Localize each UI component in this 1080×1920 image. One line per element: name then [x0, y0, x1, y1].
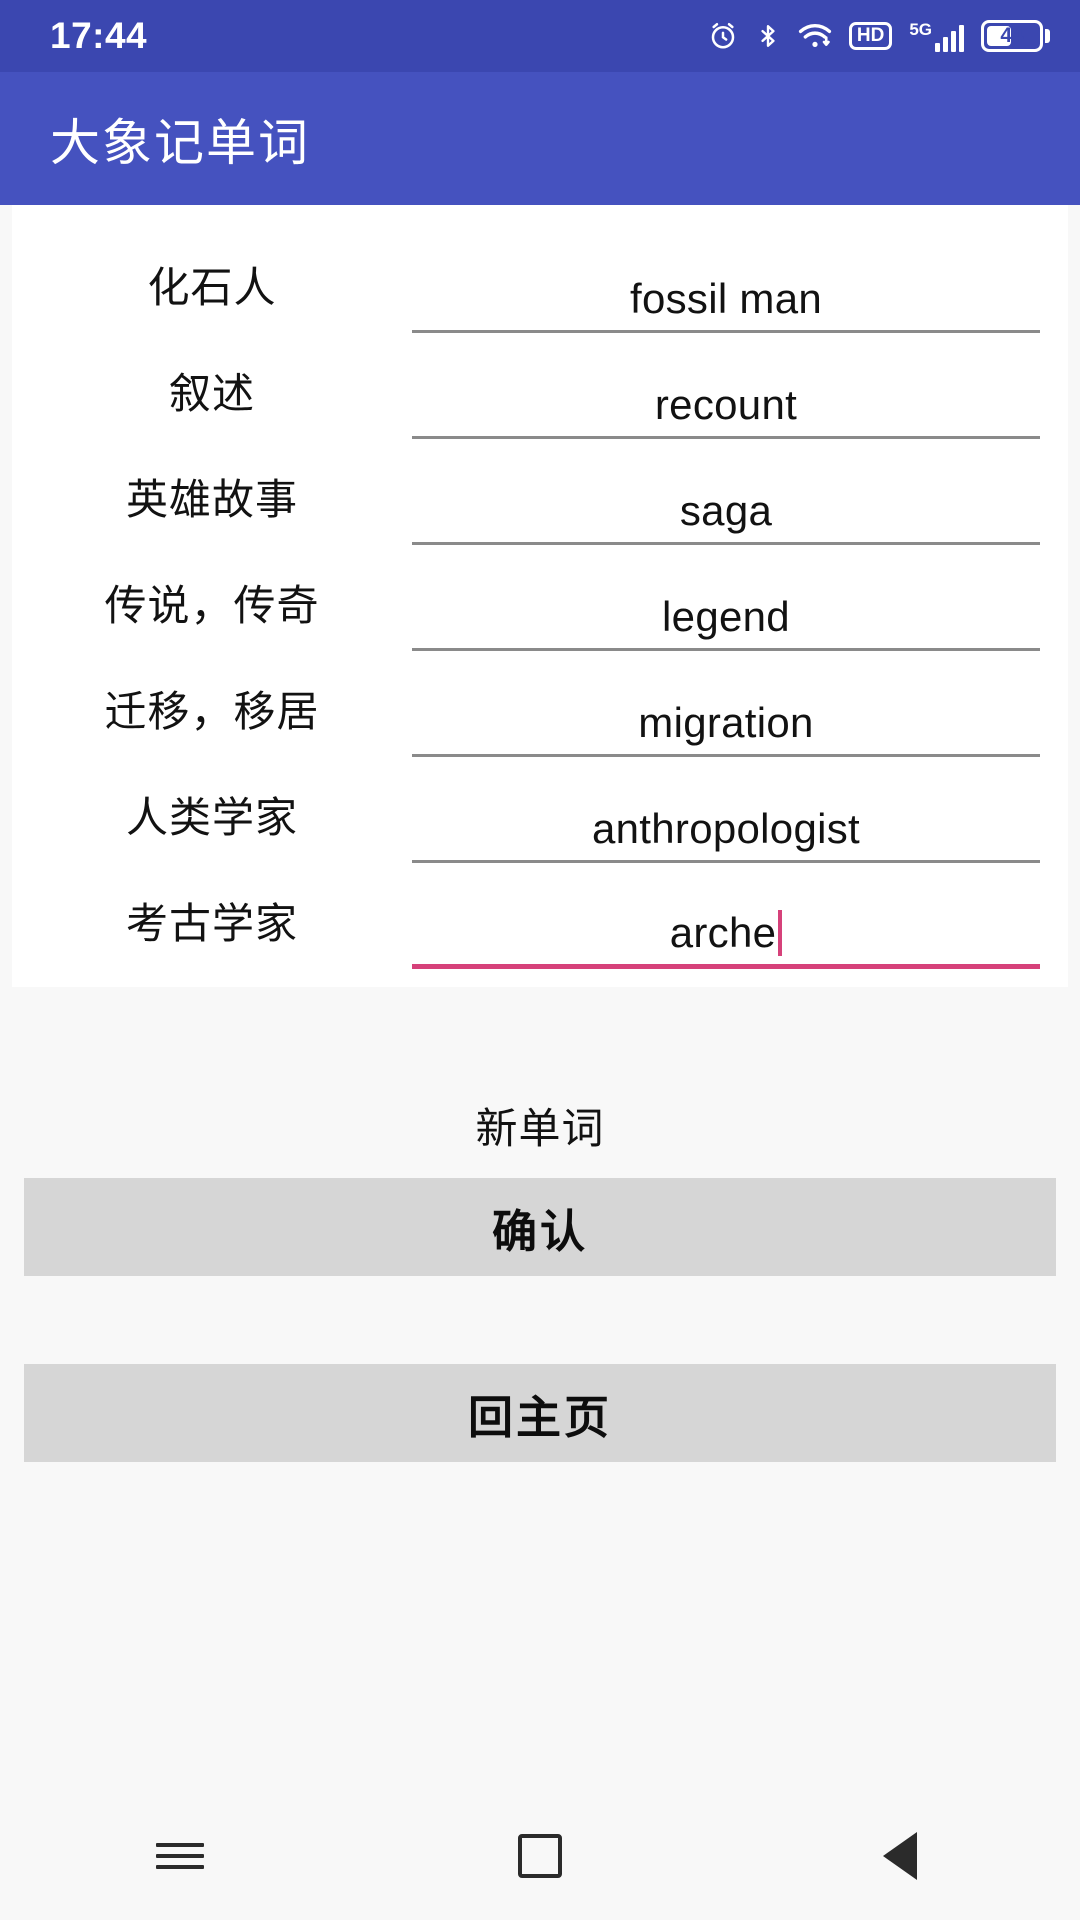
network-type-label: 5G [909, 19, 932, 39]
word-chinese-label: 化石人 [147, 264, 277, 311]
word-english-value: recount [654, 380, 798, 428]
new-word-label: 新单词 [475, 1105, 605, 1152]
word-row: 人类学家 anthropologist [12, 757, 1068, 863]
word-english-value: saga [679, 486, 773, 534]
word-chinese-label: 迁移，移居 [104, 688, 320, 735]
word-english-input-focused[interactable]: arche [412, 909, 1040, 969]
status-time: 17:44 [50, 15, 148, 56]
word-row-active: 考古学家 arche [12, 863, 1068, 969]
phone-screen: 17:44 HD 5G 44 大象记单词 化石人 fossil man 叙述 r… [0, 0, 1080, 1920]
back-home-button[interactable]: 回主页 [24, 1364, 1056, 1462]
word-english-value: arche [669, 908, 777, 956]
word-english-input[interactable]: fossil man [412, 275, 1040, 333]
alarm-icon [708, 21, 738, 51]
word-english-input[interactable]: recount [412, 381, 1040, 439]
nav-back-button[interactable] [825, 1792, 975, 1920]
word-row: 英雄故事 saga [12, 439, 1068, 545]
word-chinese-label: 传说，传奇 [104, 582, 320, 629]
word-row: 传说，传奇 legend [12, 545, 1068, 651]
word-english-input[interactable]: saga [412, 487, 1040, 545]
word-chinese-label: 人类学家 [125, 794, 298, 841]
word-english-value: fossil man [629, 274, 823, 322]
wifi-icon [798, 21, 832, 51]
word-chinese-label: 叙述 [168, 370, 255, 417]
text-caret [778, 910, 783, 956]
signal-bars [935, 24, 964, 52]
app-bar: 大象记单词 [0, 72, 1080, 205]
app-title: 大象记单词 [50, 114, 310, 171]
battery-body: 44 [981, 20, 1043, 52]
battery-level: 44 [1000, 24, 1024, 47]
hamburger-menu-icon [156, 1836, 204, 1876]
word-english-input[interactable]: legend [412, 593, 1040, 651]
word-row: 化石人 fossil man [12, 227, 1068, 333]
word-english-value: legend [662, 592, 790, 640]
bluetooth-icon [755, 21, 781, 51]
triangle-back-icon [883, 1832, 917, 1880]
word-row: 叙述 recount [12, 333, 1068, 439]
hd-icon: HD [848, 22, 893, 50]
status-icon-group: HD 5G 44 [708, 20, 1050, 52]
nav-recents-button[interactable] [105, 1792, 255, 1920]
status-bar: 17:44 HD 5G 44 [0, 0, 1080, 72]
word-row: 迁移，移居 migration [12, 651, 1068, 757]
word-english-input[interactable]: migration [412, 699, 1040, 757]
nav-home-button[interactable] [465, 1792, 615, 1920]
confirm-button[interactable]: 确认 [24, 1178, 1056, 1276]
word-chinese-label: 英雄故事 [125, 476, 298, 523]
signal-icon: 5G [909, 21, 964, 52]
battery-cap [1045, 29, 1050, 43]
word-list-card: 化石人 fossil man 叙述 recount 英雄故事 saga 传说，传… [12, 205, 1068, 987]
battery-icon: 44 [981, 20, 1050, 52]
word-english-value: migration [638, 698, 814, 746]
word-english-value: anthropologist [591, 804, 861, 852]
word-english-input[interactable]: anthropologist [412, 805, 1040, 863]
word-chinese-label: 考古学家 [125, 900, 298, 947]
square-home-icon [518, 1834, 562, 1878]
android-nav-bar [0, 1792, 1080, 1920]
